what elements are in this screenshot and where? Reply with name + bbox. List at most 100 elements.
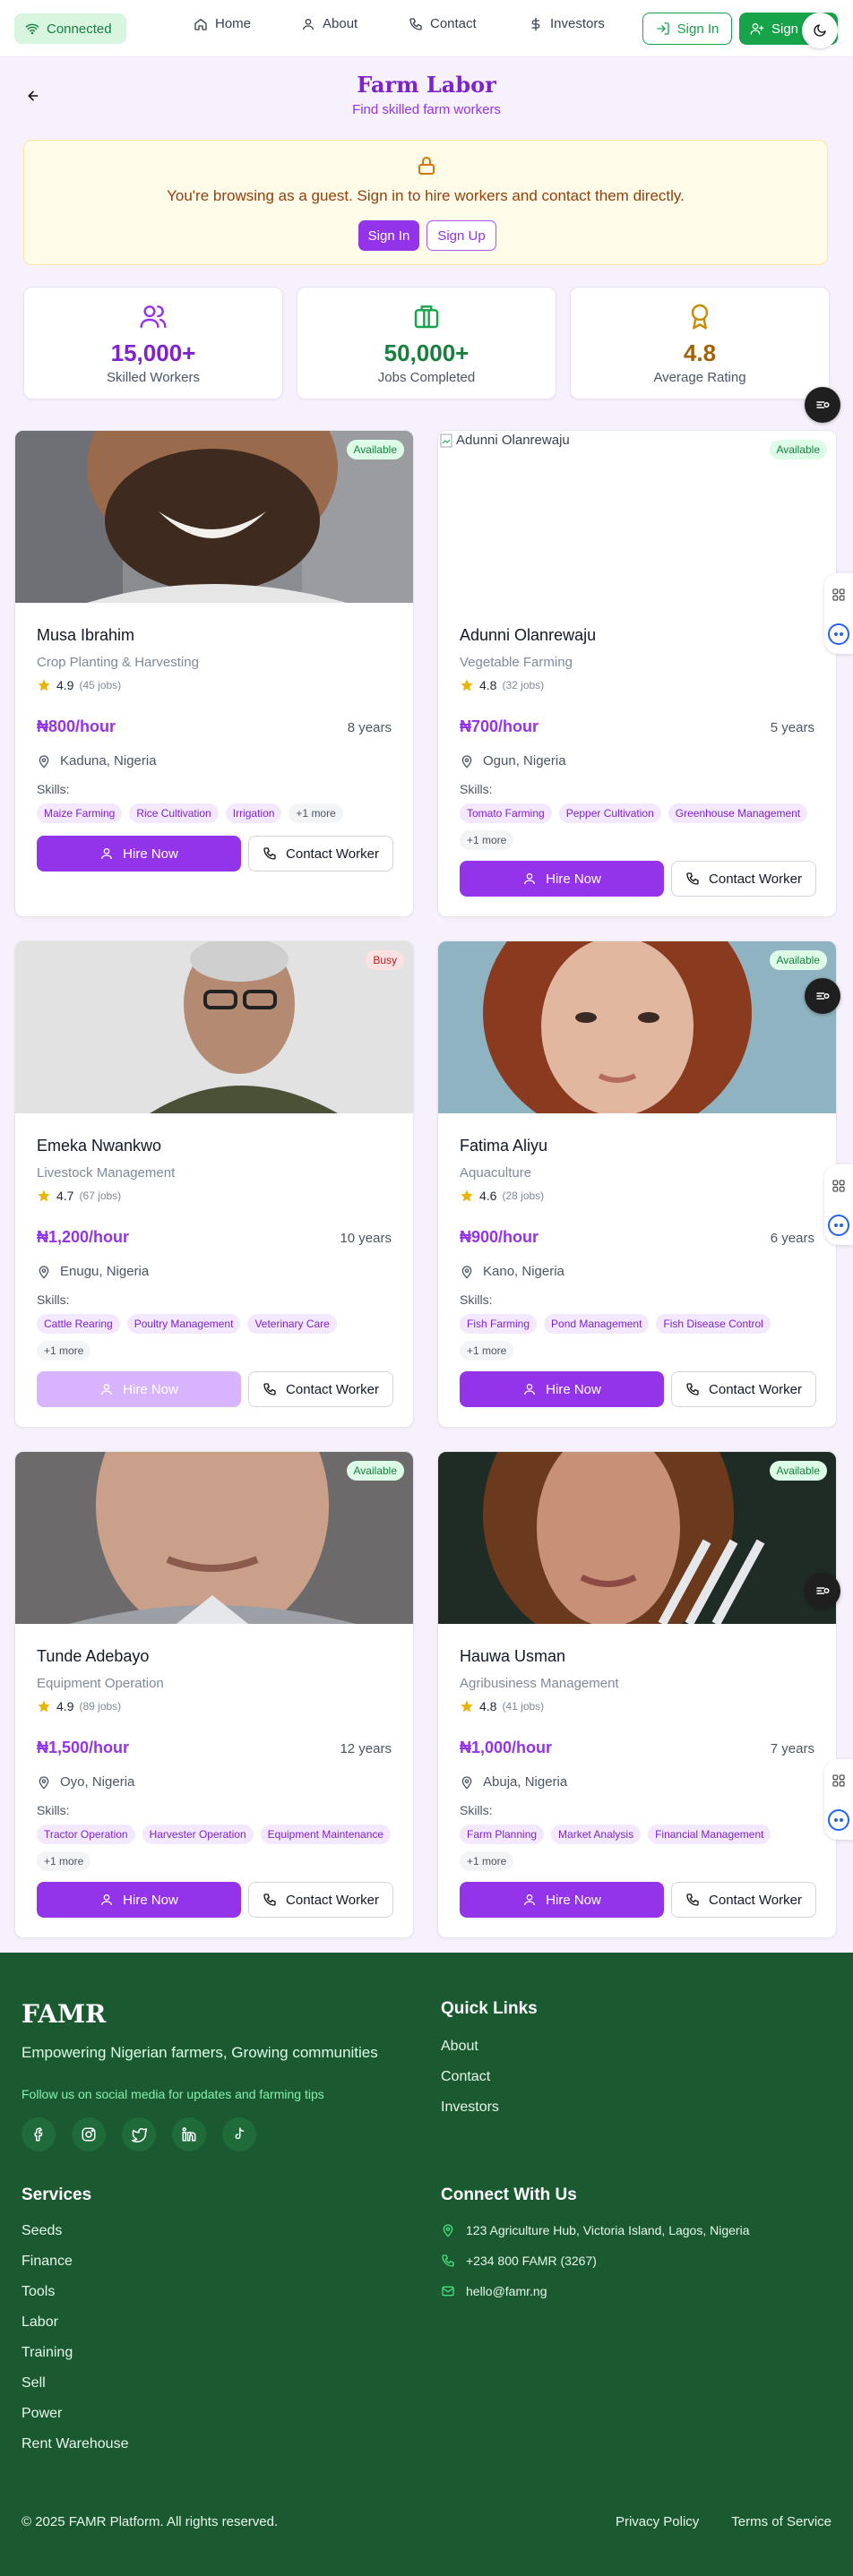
worker-name: Adunni Olanrewaju <box>460 626 597 644</box>
footer-service-labor[interactable]: Labor <box>22 2314 128 2345</box>
floating-menu-button[interactable] <box>805 1573 840 1609</box>
hourly-rate: ₦700/hour <box>460 717 539 735</box>
contact-worker-label: Contact Worker <box>709 1892 802 1908</box>
worker-photo: Busy <box>15 941 413 1113</box>
facebook-icon[interactable] <box>22 2117 56 2151</box>
nav-about[interactable]: About <box>301 16 358 31</box>
footer-service-seeds[interactable]: Seeds <box>22 2223 128 2254</box>
phone-icon <box>442 2254 454 2267</box>
nav-home-label: Home <box>215 16 252 31</box>
experience-years: 12 years <box>340 1741 392 1756</box>
skill-more-chip: +1 more <box>37 1341 91 1361</box>
terms-of-service-link[interactable]: Terms of Service <box>731 2514 831 2529</box>
grid-icon[interactable] <box>831 1179 846 1193</box>
banner-sign-in-button[interactable]: Sign In <box>358 220 419 251</box>
email-text: hello@famr.ng <box>466 2284 547 2298</box>
hire-now-button[interactable]: Hire Now <box>460 861 664 897</box>
contact-worker-label: Contact Worker <box>709 871 802 887</box>
assistant-bot-icon[interactable] <box>828 623 849 645</box>
rating-value: 4.6 <box>479 1189 497 1203</box>
location-text: Ogun, Nigeria <box>483 753 566 769</box>
contact-worker-button[interactable]: Contact Worker <box>671 861 816 897</box>
phone-icon <box>263 1893 276 1906</box>
contact-worker-button[interactable]: Contact Worker <box>248 1371 393 1407</box>
worker-photo: Available <box>438 1452 836 1624</box>
skill-chip: Rice Cultivation <box>129 803 219 823</box>
worker-location: Enugu, Nigeria <box>37 1264 149 1279</box>
skill-chip: Greenhouse Management <box>668 803 808 823</box>
contact-worker-button[interactable]: Contact Worker <box>248 836 393 872</box>
footer-service-sell[interactable]: Sell <box>22 2375 128 2406</box>
status-badge: Available <box>769 1461 827 1481</box>
grid-icon[interactable] <box>831 1773 846 1788</box>
hourly-rate: ₦900/hour <box>460 1228 539 1246</box>
map-pin-icon <box>461 754 472 769</box>
footer-service-finance[interactable]: Finance <box>22 2254 128 2284</box>
worker-rating: 4.7 (67 jobs) <box>37 1189 121 1203</box>
contact-worker-button[interactable]: Contact Worker <box>248 1882 393 1918</box>
skill-chip: Pepper Cultivation <box>558 803 661 823</box>
footer-link-investors[interactable]: Investors <box>441 2099 499 2130</box>
rating-value: 4.8 <box>479 1699 497 1713</box>
header-sign-in-button[interactable]: Sign In <box>642 13 732 45</box>
theme-toggle-button[interactable] <box>802 13 838 48</box>
contact-worker-label: Contact Worker <box>286 1892 379 1908</box>
map-pin-icon <box>39 1775 49 1790</box>
footer-service-rent-warehouse[interactable]: Rent Warehouse <box>22 2436 128 2467</box>
location-text: Kaduna, Nigeria <box>60 753 157 769</box>
user-icon <box>524 1894 536 1906</box>
hire-now-button[interactable]: Hire Now <box>460 1371 664 1407</box>
skills-list: Tractor Operation Harvester Operation Eq… <box>37 1825 395 1871</box>
worker-card: Available Hauwa Usman Agribusiness Manag… <box>437 1451 837 1938</box>
footer-link-about[interactable]: About <box>441 2039 499 2069</box>
contact-worker-button[interactable]: Contact Worker <box>671 1371 816 1407</box>
footer-link-contact[interactable]: Contact <box>441 2069 499 2099</box>
worker-card: Available Tunde Adebayo Equipment Operat… <box>14 1451 414 1938</box>
floating-menu-button[interactable] <box>805 387 840 423</box>
guest-banner-text: You're browsing as a guest. Sign in to h… <box>167 187 685 204</box>
jobs-count: (89 jobs) <box>79 1700 122 1713</box>
floating-menu-button[interactable] <box>805 978 840 1014</box>
skills-label: Skills: <box>460 1803 493 1817</box>
banner-sign-up-button[interactable]: Sign Up <box>426 220 496 251</box>
assistant-bot-icon[interactable] <box>828 1215 849 1236</box>
footer-service-tools[interactable]: Tools <box>22 2284 128 2314</box>
assistant-bot-icon[interactable] <box>828 1809 849 1831</box>
linkedin-icon[interactable] <box>172 2117 206 2151</box>
footer-service-power[interactable]: Power <box>22 2406 128 2436</box>
phone-icon <box>409 17 422 30</box>
footer-service-training[interactable]: Training <box>22 2345 128 2375</box>
nav-contact[interactable]: Contact <box>409 16 477 31</box>
twitter-icon[interactable] <box>122 2117 156 2151</box>
experience-years: 6 years <box>770 1231 814 1246</box>
hire-now-button-disabled[interactable]: Hire Now <box>37 1371 241 1407</box>
contact-worker-button[interactable]: Contact Worker <box>671 1882 816 1918</box>
experience-years: 10 years <box>340 1231 392 1246</box>
hire-now-button[interactable]: Hire Now <box>460 1882 664 1918</box>
contact-phone[interactable]: +234 800 FAMR (3267) <box>441 2252 749 2270</box>
page-subtitle: Find skilled farm workers <box>352 102 501 117</box>
skills-label: Skills: <box>37 1803 70 1817</box>
status-badge: Available <box>346 1461 404 1481</box>
worker-location: Kano, Nigeria <box>460 1264 564 1279</box>
home-icon <box>194 18 207 30</box>
grid-icon[interactable] <box>831 588 846 602</box>
hire-now-button[interactable]: Hire Now <box>37 836 241 872</box>
card-actions: Hire Now Contact Worker <box>37 836 393 872</box>
privacy-policy-link[interactable]: Privacy Policy <box>616 2514 699 2529</box>
legal-links: Privacy Policy Terms of Service <box>616 2514 831 2529</box>
contact-email[interactable]: hello@famr.ng <box>441 2282 749 2300</box>
worker-name: Emeka Nwankwo <box>37 1137 162 1155</box>
instagram-icon[interactable] <box>72 2117 106 2151</box>
user-icon <box>524 1384 536 1395</box>
nav-home[interactable]: Home <box>194 16 251 31</box>
contact-info: 123 Agriculture Hub, Victoria Island, La… <box>441 2221 749 2300</box>
stat-value: 15,000+ <box>110 339 196 366</box>
rating-value: 4.8 <box>479 678 497 692</box>
star-icon <box>461 679 473 691</box>
skill-chip: Cattle Rearing <box>37 1314 120 1334</box>
status-badge: Busy <box>366 950 404 970</box>
hire-now-button[interactable]: Hire Now <box>37 1882 241 1918</box>
tiktok-icon[interactable] <box>222 2117 256 2151</box>
nav-investors[interactable]: Investors <box>529 16 605 31</box>
